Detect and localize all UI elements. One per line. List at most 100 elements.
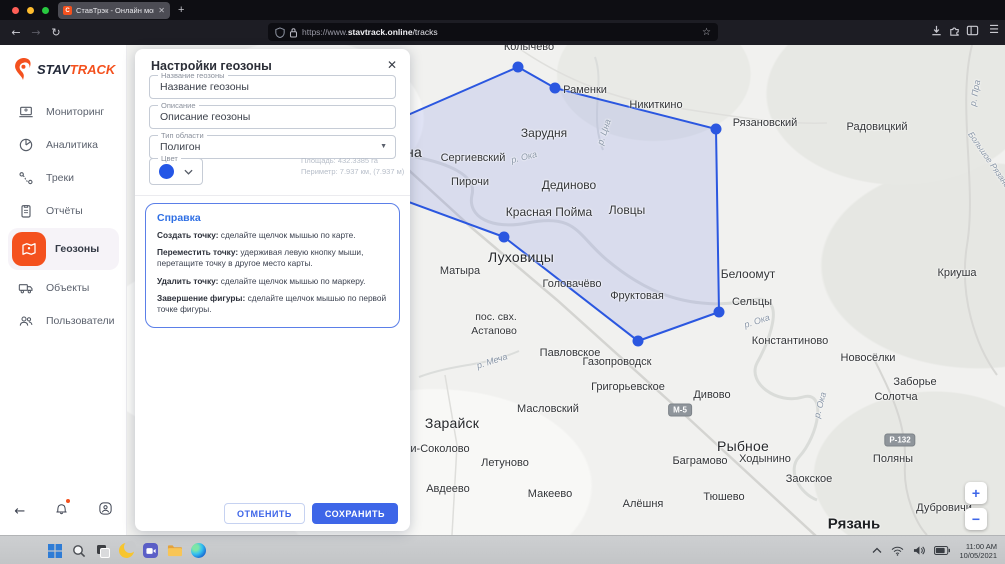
sidebar-item-monitoring[interactable]: Мониторинг [0,95,127,128]
save-button[interactable]: СОХРАНИТЬ [312,503,398,524]
sidebar-footer: ← [0,501,127,521]
zoom-out-button[interactable]: − [965,508,987,530]
url-scheme: https://www. [302,27,348,37]
polygon-vertex-handle[interactable] [550,83,561,94]
polygon-vertex-handle[interactable] [714,307,725,318]
geozone-description-field[interactable]: Описание Описание геозоны [149,105,396,129]
stavtrack-logo: STAVTRACK [12,57,115,81]
geozone-map-icon [12,232,46,266]
field-label: Цвет [158,154,181,163]
sidebar-toggle-icon[interactable] [966,24,979,42]
river-mecha-path [419,351,519,377]
sidebar-item-users[interactable]: Пользователи [0,304,127,337]
clipboard-icon [18,203,34,219]
account-icon[interactable] [98,501,113,521]
taskbar-clock[interactable]: 11:00 AM 10/05/2021 [959,542,997,560]
color-picker-field[interactable]: Цвет [149,158,203,185]
notifications-bell-icon[interactable] [54,501,69,521]
url-path: /tracks [413,27,438,37]
sidebar-item-label: Мониторинг [46,106,104,118]
clock-date: 10/05/2021 [959,551,997,560]
screen: С СтавТрэк - Онлайн мониторин ✕ + ← → ↻ … [0,0,1005,564]
start-button-icon[interactable] [46,542,63,559]
logo-text-stav: STAV [37,62,70,77]
browser-tab[interactable]: С СтавТрэк - Онлайн мониторин ✕ [58,2,170,19]
cancel-button[interactable]: ОТМЕНИТЬ [224,503,305,524]
field-value: Название геозоны [160,76,249,98]
sidebar-item-label: Объекты [46,282,89,294]
browser-tab-bar: С СтавТрэк - Онлайн мониторин ✕ + [0,0,1005,20]
download-icon[interactable] [930,24,943,42]
menu-hamburger-icon[interactable]: ☰ [989,23,999,36]
sidebar-item-label: Треки [46,172,74,184]
chevron-down-icon [184,169,193,175]
users-icon [18,313,34,329]
tab-close-icon[interactable]: ✕ [158,6,165,15]
window-minimize-button[interactable] [27,7,34,14]
url-bar[interactable]: https://www.stavtrack.online/tracks ☆ [268,23,718,41]
sidebar-item-tracks[interactable]: Треки [0,161,127,194]
window-close-button[interactable] [12,7,19,14]
sidebar-item-label: Геозоны [55,243,99,255]
polygon-vertex-handle[interactable] [499,232,510,243]
polygon-vertex-handle[interactable] [513,62,524,73]
moon-app-icon[interactable] [118,542,135,559]
logo-pin-icon [12,57,34,81]
tab-favicon: С [63,6,72,15]
collapse-arrow-icon[interactable]: ← [14,504,25,519]
color-swatch [159,164,174,179]
url-text[interactable]: https://www.stavtrack.online/tracks [302,27,698,37]
geozone-settings-panel: Настройки геозоны ✕ Название геозоны Наз… [135,49,410,531]
panel-footer-buttons: ОТМЕНИТЬ СОХРАНИТЬ [224,503,398,524]
edge-browser-icon[interactable] [190,542,207,559]
file-explorer-icon[interactable] [166,542,183,559]
window-zoom-button[interactable] [42,7,49,14]
help-instruction: Переместить точку: удерживая левую кнопк… [157,247,388,269]
task-view-icon[interactable] [94,542,111,559]
area-value: Площадь: 432.3385 га [301,155,404,166]
extensions-puzzle-icon[interactable] [948,24,961,42]
perimeter-value: Периметр: 7.937 км, (7.937 м) [301,166,404,177]
help-box: Справка Создать точку: сделайте щелчок м… [145,203,400,328]
help-instruction: Завершение фигуры: сделайте щелчок мышью… [157,293,388,315]
app-sidebar: STAVTRACK Мониторинг Аналитика Треки Отч… [0,45,127,535]
bookmark-star-icon[interactable]: ☆ [702,27,711,38]
polygon-vertex-handle[interactable] [633,336,644,347]
sidebar-item-analytics[interactable]: Аналитика [0,128,127,161]
sidebar-item-reports[interactable]: Отчёты [0,194,127,227]
sidebar-item-label: Пользователи [46,315,115,327]
search-icon[interactable] [70,542,87,559]
chat-app-icon[interactable] [142,542,159,559]
sidebar-item-geozones[interactable]: Геозоны [0,227,127,271]
zoom-in-button[interactable]: + [965,482,987,504]
volume-icon[interactable] [913,545,925,556]
battery-icon[interactable] [934,546,950,555]
lock-icon[interactable] [289,27,298,38]
back-icon[interactable]: ← [8,20,24,45]
logo-text-track: TRACK [70,62,116,77]
field-value: Описание геозоны [160,106,250,128]
pie-chart-icon [18,137,34,153]
tray-chevron-icon[interactable] [872,547,882,554]
sidebar-item-label: Аналитика [46,139,98,151]
notification-dot [66,499,70,503]
geozone-metrics: Площадь: 432.3385 га Периметр: 7.937 км,… [301,155,404,177]
help-instruction: Создать точку: сделайте щелчок мышью по … [157,230,388,241]
sidebar-item-objects[interactable]: Объекты [0,271,127,304]
reload-icon[interactable]: ↻ [48,20,64,45]
clock-time: 11:00 AM [959,542,997,551]
shield-icon[interactable] [275,27,285,38]
panel-close-icon[interactable]: ✕ [387,58,397,72]
help-title: Справка [157,212,388,224]
wifi-icon[interactable] [891,546,904,556]
help-instruction: Удалить точку: сделайте щелчок мышью по … [157,276,388,287]
active-item-pill: Геозоны [8,228,119,270]
system-tray: 11:00 AM 10/05/2021 [872,536,997,564]
map-zoom-controls: + − [965,482,987,530]
forward-icon[interactable]: → [28,20,44,45]
new-tab-button[interactable]: + [178,2,184,19]
polygon-vertex-handle[interactable] [711,124,722,135]
geozone-name-field[interactable]: Название геозоны Название геозоны [149,75,396,99]
road-path [965,45,997,375]
sidebar-menu: Мониторинг Аналитика Треки Отчёты Геозо [0,95,127,337]
